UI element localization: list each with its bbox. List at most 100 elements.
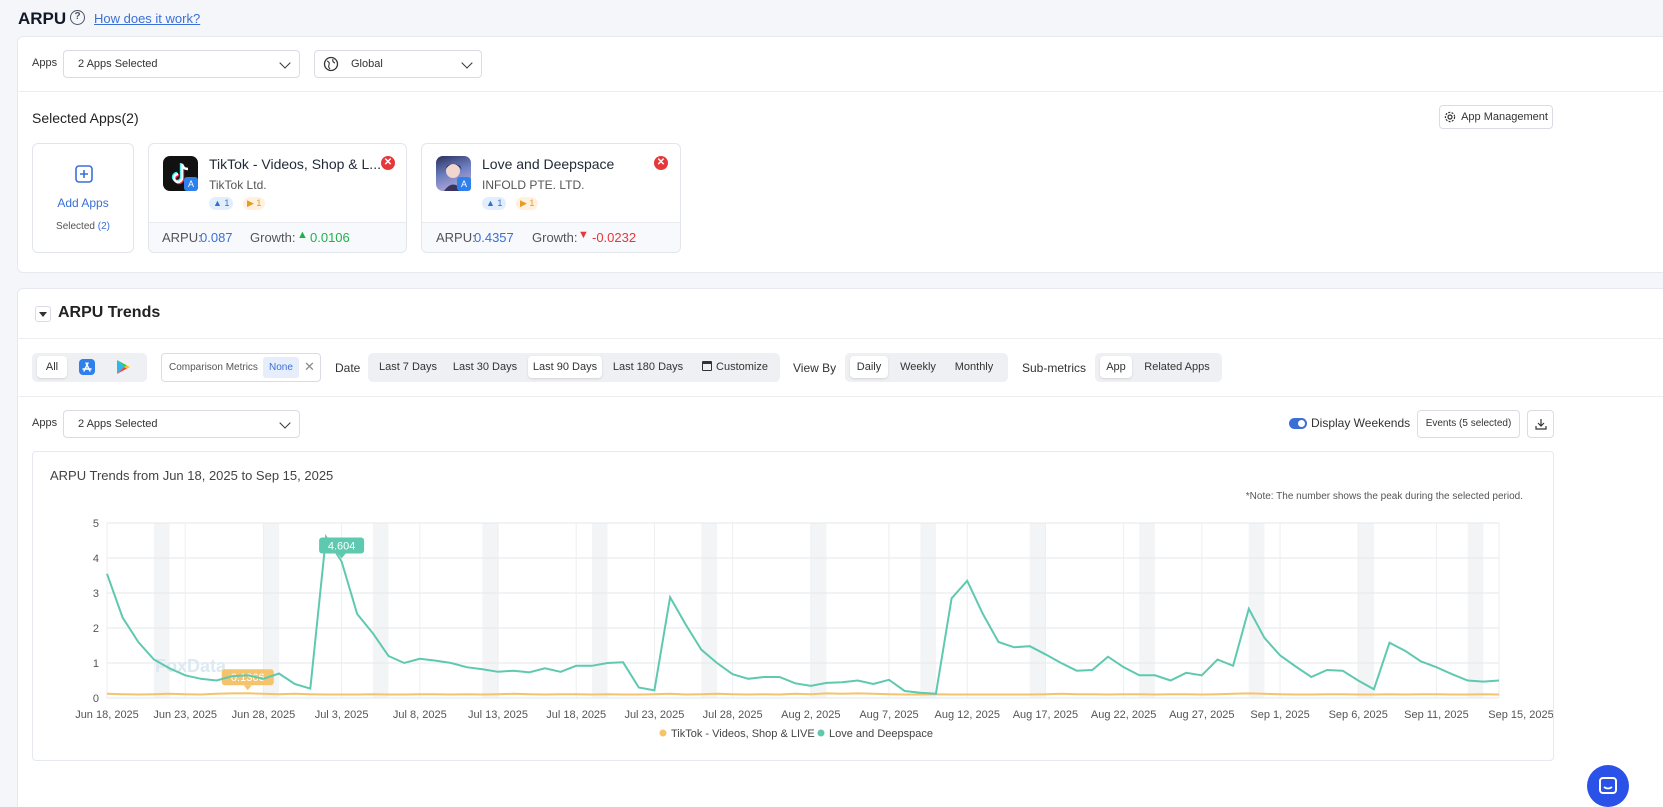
date-last-7[interactable]: Last 7 Days <box>374 356 442 378</box>
weekend-band <box>810 523 827 698</box>
y-tick-label: 3 <box>93 588 99 600</box>
apps-select-value: 2 Apps Selected <box>78 58 158 70</box>
x-tick-label: Aug 22, 2025 <box>1091 709 1156 721</box>
x-tick-label: Jul 8, 2025 <box>393 709 447 721</box>
app-card-love-and-deepspace[interactable]: A Love and Deepspace INFOLD PTE. LTD. ▲ … <box>421 143 681 253</box>
submetrics-filter: App Related Apps <box>1095 353 1222 382</box>
platform-all[interactable]: All <box>37 356 67 378</box>
legend-label: TikTok - Videos, Shop & LIVE <box>671 728 815 740</box>
growth-value: -0.0232 <box>592 230 637 245</box>
x-tick-label: Aug 7, 2025 <box>859 709 918 721</box>
peak-label: 4.604 <box>319 537 365 559</box>
x-tick-label: Jul 28, 2025 <box>703 709 763 721</box>
chat-icon <box>1599 777 1617 794</box>
divider <box>18 396 1663 397</box>
trend-apps-select[interactable]: 2 Apps Selected <box>63 410 300 438</box>
download-icon <box>1534 419 1547 430</box>
remove-app-button[interactable]: ✕ <box>381 156 395 170</box>
y-tick-label: 1 <box>93 658 99 670</box>
x-tick-label: Jul 23, 2025 <box>624 709 684 721</box>
app-store-badge-icon: A <box>184 177 198 191</box>
date-last-90[interactable]: Last 90 Days <box>528 356 602 378</box>
chevron-down-icon <box>461 57 473 69</box>
growth-down-icon: ▼ <box>578 229 589 241</box>
growth-up-icon: ▲ <box>297 229 308 241</box>
divider <box>18 91 1663 92</box>
add-apps-label: Add Apps <box>57 196 109 210</box>
apps-select-value: 2 Apps Selected <box>78 418 158 430</box>
legend-marker <box>817 729 825 737</box>
submetric-app[interactable]: App <box>1100 356 1132 378</box>
submetric-related-apps[interactable]: Related Apps <box>1139 356 1215 378</box>
x-tick-label: Jul 3, 2025 <box>315 709 369 721</box>
view-weekly[interactable]: Weekly <box>895 356 941 378</box>
weekend-band <box>701 523 717 698</box>
apps-label: Apps <box>32 417 58 429</box>
arpu-value: 0.087 <box>200 230 233 245</box>
comparison-metrics-control[interactable]: Comparison Metrics None ✕ <box>161 353 321 382</box>
gear-icon <box>1444 111 1456 123</box>
google-play-icon[interactable] <box>112 356 134 378</box>
chevron-down-icon <box>279 417 291 429</box>
chat-support-button[interactable] <box>1587 765 1629 807</box>
x-tick-label: Jul 18, 2025 <box>546 709 606 721</box>
view-daily[interactable]: Daily <box>850 356 888 378</box>
x-tick-label: Jun 18, 2025 <box>75 709 139 721</box>
date-last-30[interactable]: Last 30 Days <box>448 356 522 378</box>
collapse-toggle[interactable] <box>35 306 51 322</box>
divider <box>18 338 1663 339</box>
how-it-works-link[interactable]: How does it work? <box>94 11 200 26</box>
download-button[interactable] <box>1527 410 1554 438</box>
display-weekends-label: Display Weekends <box>1311 416 1411 430</box>
date-last-180[interactable]: Last 180 Days <box>608 356 688 378</box>
y-tick-label: 2 <box>93 623 99 635</box>
x-tick-label: Aug 27, 2025 <box>1169 709 1234 721</box>
date-customize[interactable]: Customize <box>696 356 774 378</box>
weekend-band <box>1358 523 1374 698</box>
section-title: ARPU Trends <box>58 304 161 321</box>
submetrics-label: Sub-metrics <box>1022 361 1087 375</box>
ios-count-badge: ▲ 1 <box>209 197 234 210</box>
weekend-band <box>1029 523 1046 698</box>
selected-count-text: Selected (2) <box>56 221 110 232</box>
app-name: Love and Deepspace <box>482 156 615 172</box>
app-name: TikTok - Videos, Shop & L... <box>209 156 381 172</box>
globe-icon <box>323 56 339 72</box>
add-apps-tile[interactable]: Add Apps Selected (2) <box>32 143 134 253</box>
apps-select[interactable]: 2 Apps Selected <box>63 50 300 78</box>
question-circle-icon[interactable]: ? <box>70 10 85 25</box>
growth-value: 0.0106 <box>310 230 350 245</box>
weekend-band <box>591 523 608 698</box>
peak-label-text: 4.604 <box>328 541 356 553</box>
x-tick-label: Jun 28, 2025 <box>232 709 296 721</box>
region-select-value: Global <box>351 58 383 70</box>
events-button[interactable]: Events (5 selected) <box>1417 410 1520 438</box>
app-card-tiktok[interactable]: A TikTok - Videos, Shop & L... TikTok Lt… <box>148 143 407 253</box>
series-line-love-and-deepspace <box>106 533 1500 695</box>
y-tick-label: 5 <box>93 518 99 530</box>
app-management-button[interactable]: App Management <box>1439 105 1553 129</box>
developer-name: INFOLD PTE. LTD. <box>482 178 585 192</box>
weekend-band <box>1467 523 1484 698</box>
arpu-value: 0.4357 <box>474 230 514 245</box>
app-management-label: App Management <box>1461 111 1548 123</box>
legend-marker <box>659 729 667 737</box>
x-tick-label: Jul 13, 2025 <box>468 709 528 721</box>
chart-panel: ARPU Trends from Jun 18, 2025 to Sep 15,… <box>32 451 1554 761</box>
comparison-value-chip: None <box>263 357 299 378</box>
remove-app-button[interactable]: ✕ <box>654 156 668 170</box>
clear-icon[interactable]: ✕ <box>304 359 315 375</box>
app-metrics-footer: ARPU: 0.4357 Growth: ▼ -0.0232 <box>422 222 680 252</box>
app-store-icon[interactable] <box>77 356 97 378</box>
android-count-badge: ▶ 1 <box>516 197 539 210</box>
x-tick-label: Sep 11, 2025 <box>1404 709 1469 721</box>
apps-filter-card: Apps 2 Apps Selected Global Selected App… <box>17 36 1663 273</box>
weekend-band <box>920 523 936 698</box>
region-select[interactable]: Global <box>314 50 482 78</box>
display-weekends-toggle[interactable] <box>1289 418 1307 429</box>
x-tick-label: Jun 23, 2025 <box>153 709 217 721</box>
chevron-down-icon <box>279 57 291 69</box>
x-tick-label: Sep 6, 2025 <box>1329 709 1388 721</box>
x-tick-label: Aug 2, 2025 <box>781 709 840 721</box>
view-monthly[interactable]: Monthly <box>948 356 1000 378</box>
